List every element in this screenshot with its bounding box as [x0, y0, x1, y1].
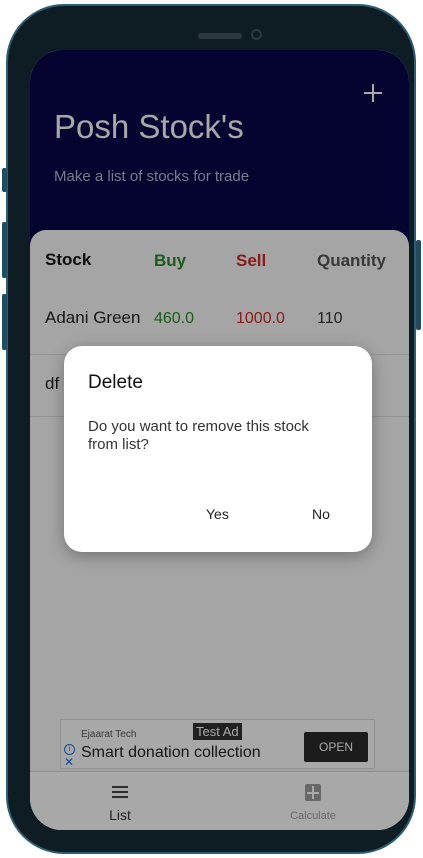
app-screen: Posh Stock's Make a list of stocks for t…: [30, 50, 409, 830]
speaker-grille: [198, 33, 242, 39]
dialog-message: Do you want to remove this stock from li…: [88, 418, 309, 453]
side-button: [2, 294, 7, 350]
phone-frame: Posh Stock's Make a list of stocks for t…: [6, 4, 416, 854]
dialog-title: Delete: [88, 372, 143, 393]
yes-button[interactable]: Yes: [206, 506, 229, 522]
side-button: [2, 168, 7, 192]
front-camera: [251, 29, 262, 40]
side-button: [416, 240, 421, 330]
no-button[interactable]: No: [312, 506, 330, 522]
side-button: [2, 222, 7, 278]
delete-dialog: Delete Do you want to remove this stock …: [64, 346, 372, 552]
